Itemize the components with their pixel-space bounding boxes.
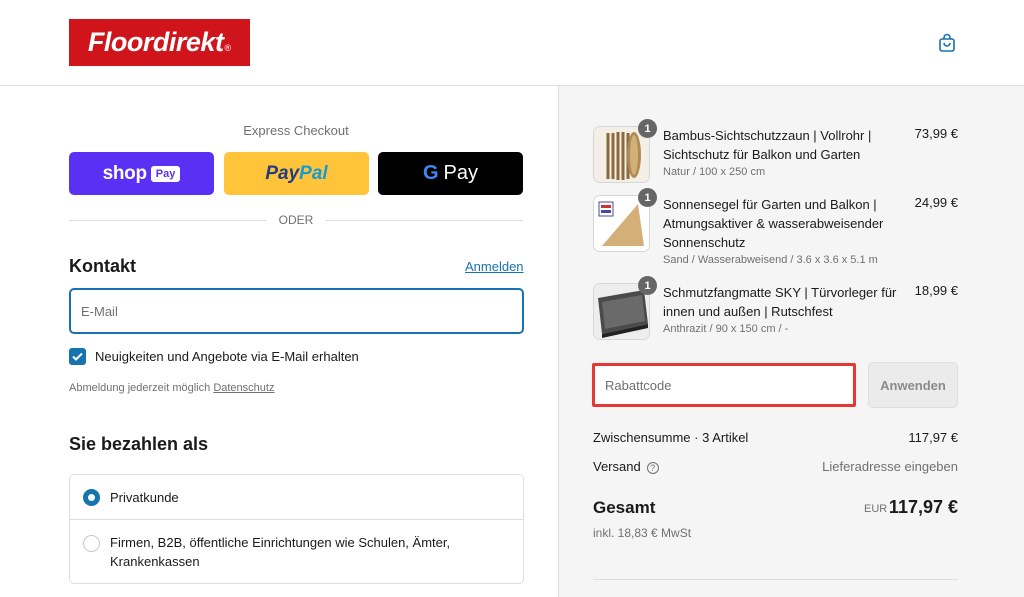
logo-text: Floordirekt — [87, 27, 224, 57]
product-title: Schmutzfangmatte SKY | Türvorleger für i… — [663, 283, 903, 337]
logo-registered-mark: ® — [224, 42, 232, 53]
radio-selected-icon[interactable] — [83, 488, 100, 506]
subtotal-value: 117,97 € — [908, 430, 958, 445]
product-title: Bambus-Sichtschutzzaun | Vollrohr | Sich… — [663, 126, 903, 180]
site-header: Floordirekt ® — [0, 0, 1024, 86]
subtotal-label: Zwischensumme · 3 Artikel — [593, 430, 749, 445]
payer-type-options: Privatkunde Firmen, B2B, öffentliche Ein… — [69, 474, 524, 584]
unsubscribe-text: Abmeldung jederzeit möglich — [69, 382, 211, 394]
floordirekt-logo[interactable]: Floordirekt ® — [69, 19, 250, 66]
tax-note: inkl. 18,83 € MwSt — [593, 526, 692, 540]
unsubscribe-note: Abmeldung jederzeit möglich Datenschutz — [69, 382, 274, 394]
discount-code-field[interactable] — [592, 363, 856, 407]
contact-title: Kontakt — [69, 256, 136, 276]
checkmark-icon — [72, 352, 83, 361]
shipping-label-wrap: Versand? — [593, 459, 659, 474]
summary-divider — [593, 579, 958, 580]
apply-discount-button[interactable]: Anwenden — [868, 362, 958, 408]
shipping-label: Versand — [593, 459, 641, 474]
total-value: 117,97 € — [888, 497, 958, 517]
product-price: 24,99 € — [914, 195, 958, 210]
quantity-badge: 1 — [638, 119, 657, 138]
email-field[interactable] — [69, 288, 524, 334]
google-pay-label: Pay — [443, 162, 479, 184]
google-pay-button[interactable]: G Pay — [378, 152, 523, 195]
payer-option-private[interactable]: Privatkunde — [70, 475, 523, 520]
radio-unselected-icon[interactable] — [83, 535, 100, 552]
help-icon[interactable]: ? — [646, 461, 659, 474]
quantity-badge: 1 — [638, 276, 657, 295]
login-link[interactable]: Anmelden — [465, 259, 524, 274]
shipping-value: Lieferadresse eingeben — [822, 459, 958, 474]
product-name: Schmutzfangmatte SKY | Türvorleger für i… — [663, 285, 897, 319]
payer-option-label: Firmen, B2B, öffentliche Einrichtungen w… — [110, 535, 451, 569]
shop-pay-wordmark: shop — [102, 162, 147, 184]
product-price: 18,99 € — [914, 283, 958, 298]
product-name: Bambus-Sichtschutzzaun | Vollrohr | Sich… — [663, 128, 872, 162]
payer-option-business[interactable]: Firmen, B2B, öffentliche Einrichtungen w… — [70, 520, 523, 583]
divider-line-right — [326, 220, 523, 221]
newsletter-label: Neuigkeiten und Angebote via E-Mail erha… — [95, 349, 359, 364]
total-label: Gesamt — [593, 498, 656, 517]
paypal-button[interactable]: PayPal — [224, 152, 369, 195]
product-variant: Natur / 100 x 250 cm — [663, 166, 766, 178]
or-divider: ODER — [69, 212, 523, 228]
product-variant: Anthrazit / 90 x 150 cm / - — [663, 323, 789, 335]
privacy-link[interactable]: Datenschutz — [213, 382, 274, 394]
product-title: Sonnensegel für Garten und Balkon | Atmu… — [663, 195, 903, 268]
google-g-icon: G — [422, 162, 439, 184]
product-variant: Sand / Wasserabweisend / 3.6 x 3.6 x 5.1… — [663, 254, 878, 266]
payer-option-label: Privatkunde — [110, 489, 179, 505]
product-name: Sonnensegel für Garten und Balkon | Atmu… — [663, 197, 884, 250]
product-price: 73,99 € — [914, 126, 958, 141]
newsletter-row: Neuigkeiten und Angebote via E-Mail erha… — [69, 348, 359, 365]
express-checkout-label: Express Checkout — [243, 123, 349, 138]
quantity-badge: 1 — [638, 188, 657, 207]
paypal-wordmark: PayPal — [265, 162, 328, 184]
payer-title: Sie bezahlen als — [69, 434, 209, 454]
total-currency: EUR — [864, 503, 888, 515]
shop-pay-button[interactable]: shop Pay — [69, 152, 214, 195]
shop-pay-badge: Pay — [150, 165, 181, 182]
newsletter-checkbox[interactable] — [69, 348, 86, 365]
shopping-bag-icon[interactable] — [937, 33, 957, 53]
